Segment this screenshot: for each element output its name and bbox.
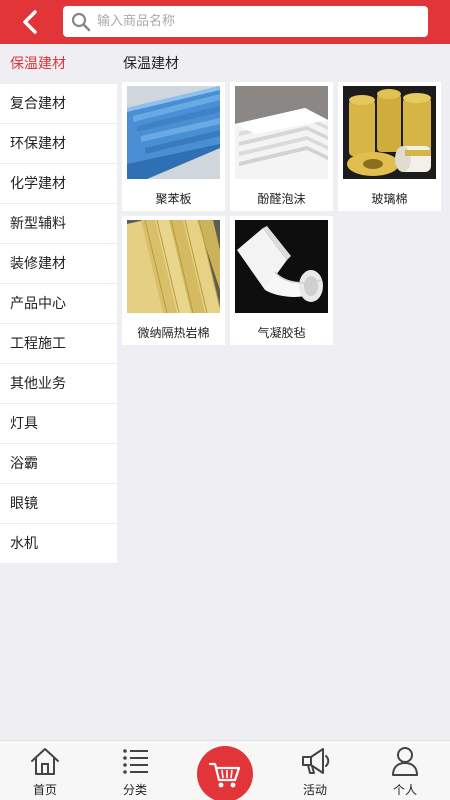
category-sidebar: 保温建材 复合建材 环保建材 化学建材 新型辅料 装修建材 产品中心 工程施工 … [0,44,117,564]
back-button[interactable] [14,8,48,36]
sidebar-item-glasses[interactable]: 眼镜 [0,484,117,524]
tab-activity[interactable]: 活动 [270,741,360,800]
megaphone-icon [302,748,330,774]
tab-home[interactable]: 首页 [0,741,90,800]
product-image [235,86,328,179]
product-card[interactable]: 微纳隔热岩棉 [122,216,225,345]
home-icon [31,748,59,775]
list-icon [123,749,148,774]
product-card[interactable]: 酚醛泡沫 [230,82,333,211]
chevron-left-icon [23,10,37,34]
sidebar-item-chemical[interactable]: 化学建材 [0,164,117,204]
bottom-tab-bar: 首页 分类 活动 个人 [0,740,450,800]
sidebar-item-construction[interactable]: 工程施工 [0,324,117,364]
cart-icon [208,762,241,788]
sidebar-item-products[interactable]: 产品中心 [0,284,117,324]
product-name: 玻璃棉 [371,192,408,206]
search-icon [71,12,91,32]
tab-home-label: 首页 [32,783,57,797]
sidebar-item-water-machine[interactable]: 水机 [0,524,117,564]
section-title: 保温建材 [123,56,179,72]
product-name: 微纳隔热岩棉 [137,326,210,340]
sidebar-item-decoration[interactable]: 装修建材 [0,244,117,284]
product-image [127,220,220,313]
product-name: 气凝胶毡 [257,326,306,340]
product-card[interactable]: 玻璃棉 [338,82,441,211]
tab-activity-label: 活动 [302,783,327,797]
top-bar [0,0,450,44]
tab-category[interactable]: 分类 [90,741,180,800]
search-box[interactable] [63,6,428,37]
sidebar-item-lamps[interactable]: 灯具 [0,404,117,444]
sidebar-item-eco[interactable]: 环保建材 [0,124,117,164]
sidebar-item-new-accessories[interactable]: 新型辅料 [0,204,117,244]
product-card[interactable]: 聚苯板 [122,82,225,211]
cart-button[interactable] [197,746,253,800]
sidebar-item-bath-heater[interactable]: 浴霸 [0,444,117,484]
tab-profile-label: 个人 [392,783,417,797]
product-name: 聚苯板 [155,192,192,206]
sidebar-item-other[interactable]: 其他业务 [0,364,117,404]
product-image [343,86,436,179]
sidebar-item-insulation[interactable]: 保温建材 [0,44,117,84]
user-icon [392,747,418,776]
product-image [235,220,328,313]
sidebar-item-composite[interactable]: 复合建材 [0,84,117,124]
tab-category-label: 分类 [122,783,147,797]
product-name: 酚醛泡沫 [257,192,306,206]
tab-profile[interactable]: 个人 [360,741,450,800]
search-input[interactable] [97,6,417,37]
product-card[interactable]: 气凝胶毡 [230,216,333,345]
product-image [127,86,220,179]
